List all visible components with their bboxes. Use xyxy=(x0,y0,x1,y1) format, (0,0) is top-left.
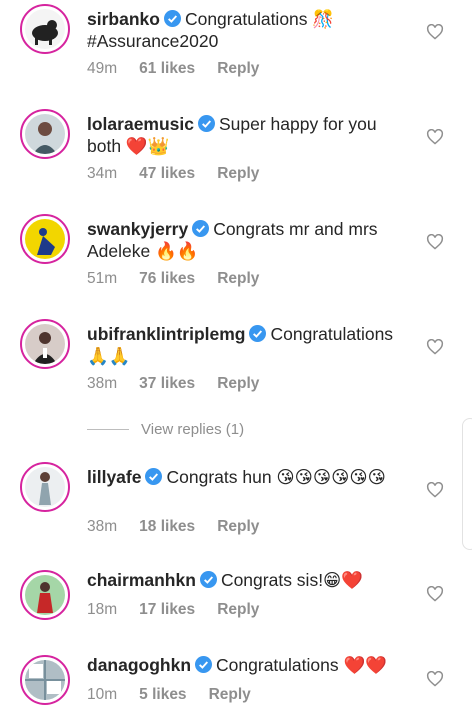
verified-badge-icon xyxy=(249,325,267,342)
comment-time: 34m xyxy=(87,165,118,182)
avatar[interactable] xyxy=(20,462,70,512)
avatar[interactable] xyxy=(20,109,70,159)
comment-body: Congrats sis!😁❤️ xyxy=(220,570,364,590)
like-heart-icon[interactable] xyxy=(426,586,444,602)
avatar[interactable] xyxy=(20,570,70,620)
comment-text: lolaraemusic Super happy for you both ❤️👑 xyxy=(87,113,407,157)
likes-count[interactable]: 18 likes xyxy=(139,518,195,536)
comment-text: chairmanhkn Congrats sis!😁❤️ xyxy=(87,569,407,591)
comment-time: 10m xyxy=(87,686,118,703)
username[interactable]: chairmanhkn xyxy=(87,570,196,590)
username[interactable]: lolaraemusic xyxy=(87,114,194,134)
comment-text: ubifranklintriplemg Congratulations 🙏🙏 xyxy=(87,323,407,367)
like-heart-icon[interactable] xyxy=(426,129,444,145)
comment-time: 38m xyxy=(87,375,118,392)
comment-time: 38m xyxy=(87,518,118,535)
view-replies-link[interactable]: View replies (1) xyxy=(87,421,244,438)
verified-badge-icon xyxy=(163,10,181,27)
avatar[interactable] xyxy=(20,4,70,54)
username[interactable]: swankyjerry xyxy=(87,219,188,239)
reply-button[interactable]: Reply xyxy=(217,60,259,78)
verified-badge-icon xyxy=(145,468,163,485)
comment-body: Congrats hun 😘😘😘😘😘😘 xyxy=(166,467,386,487)
username[interactable]: danagoghkn xyxy=(87,655,191,675)
reply-button[interactable]: Reply xyxy=(217,601,259,619)
reply-button[interactable]: Reply xyxy=(217,518,259,536)
like-heart-icon[interactable] xyxy=(426,234,444,250)
reply-button[interactable]: Reply xyxy=(209,686,251,704)
likes-count[interactable]: 47 likes xyxy=(139,165,195,183)
avatar[interactable] xyxy=(20,214,70,264)
avatar[interactable] xyxy=(20,319,70,369)
like-heart-icon[interactable] xyxy=(426,339,444,355)
likes-count[interactable]: 37 likes xyxy=(139,375,195,393)
comment-time: 49m xyxy=(87,60,118,77)
username[interactable]: lillyafe xyxy=(87,467,141,487)
like-heart-icon[interactable] xyxy=(426,24,444,40)
avatar[interactable] xyxy=(20,655,70,705)
divider-line xyxy=(87,429,129,430)
likes-count[interactable]: 5 likes xyxy=(139,686,186,704)
reply-button[interactable]: Reply xyxy=(217,165,259,183)
comment-meta: 51m 76 likes Reply xyxy=(87,270,259,288)
comment-text: sirbanko Congratulations 🎊 #Assurance2020 xyxy=(87,8,407,52)
username[interactable]: ubifranklintriplemg xyxy=(87,324,245,344)
likes-count[interactable]: 76 likes xyxy=(139,270,195,288)
view-replies-label[interactable]: View replies (1) xyxy=(141,421,244,438)
like-heart-icon[interactable] xyxy=(426,482,444,498)
scroll-handle[interactable] xyxy=(462,418,472,550)
comment-meta: 49m 61 likes Reply xyxy=(87,60,259,78)
comment-time: 18m xyxy=(87,601,118,618)
comment-meta: 38m 37 likes Reply xyxy=(87,375,259,393)
comment-meta: 18m 17 likes Reply xyxy=(87,601,259,619)
username[interactable]: sirbanko xyxy=(87,9,160,29)
comment-meta: 10m 5 likes Reply xyxy=(87,686,251,704)
reply-button[interactable]: Reply xyxy=(217,375,259,393)
reply-button[interactable]: Reply xyxy=(217,270,259,288)
comment-meta: 38m 18 likes Reply xyxy=(87,518,259,536)
verified-badge-icon xyxy=(198,115,215,132)
comment-text: danagoghkn Congratulations ❤️❤️ xyxy=(87,654,407,676)
likes-count[interactable]: 17 likes xyxy=(139,601,195,619)
comment-meta: 34m 47 likes Reply xyxy=(87,165,259,183)
comment-text: lillyafe Congrats hun 😘😘😘😘😘😘 xyxy=(87,466,407,488)
likes-count[interactable]: 61 likes xyxy=(139,60,195,78)
verified-badge-icon xyxy=(199,571,217,588)
verified-badge-icon xyxy=(192,220,210,237)
comment-body: Congratulations ❤️❤️ xyxy=(216,655,388,675)
comment-text: swankyjerry Congrats mr and mrs Adeleke 🔥… xyxy=(87,218,407,262)
comment-time: 51m xyxy=(87,270,118,287)
verified-badge-icon xyxy=(195,656,213,673)
like-heart-icon[interactable] xyxy=(426,671,444,687)
